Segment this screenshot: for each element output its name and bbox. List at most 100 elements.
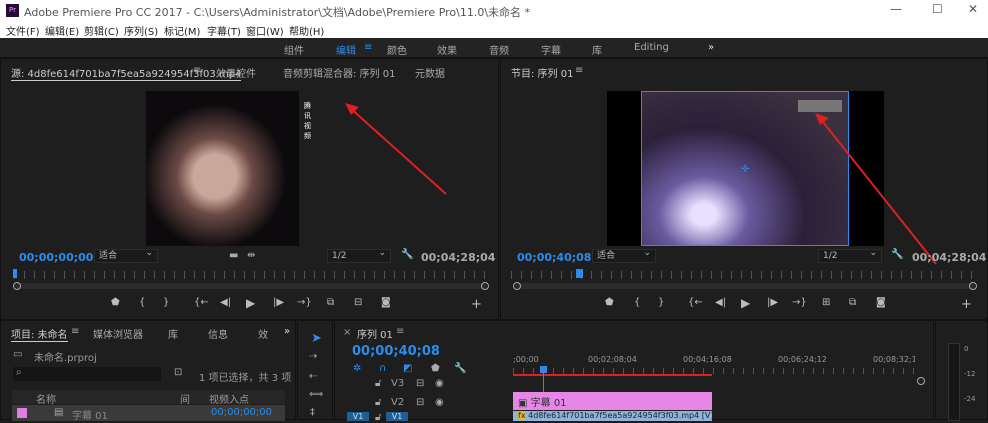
project-row[interactable]: ▤ 字幕 01 00;00;00;00 — [12, 405, 285, 422]
workspace-titles[interactable]: 字幕 — [541, 42, 561, 57]
add-marker-icon[interactable]: ⬟ — [431, 363, 440, 374]
lock-icon[interactable]: 🔓︎ — [375, 397, 381, 408]
clip-title[interactable]: ▣ 字幕 01 — [513, 392, 712, 410]
step-back-icon[interactable]: ◀| — [220, 297, 231, 308]
program-resolution-dropdown[interactable]: 1/2 — [818, 247, 882, 263]
column-video-in[interactable]: 视频入点 — [209, 391, 249, 406]
tab-program[interactable]: 节目: 序列 01 — [511, 65, 573, 80]
menu-file[interactable]: 文件(F) — [6, 23, 40, 38]
selection-tool-icon[interactable]: ➤ — [311, 331, 322, 346]
wrench-icon[interactable]: 🔧 — [401, 249, 413, 260]
extract-icon[interactable]: ⧉ — [849, 297, 856, 308]
tab-effect-controls[interactable]: 效果控件 — [216, 65, 256, 80]
workspace-more-button[interactable]: » — [708, 42, 714, 53]
mark-out-icon[interactable]: } — [163, 297, 169, 308]
program-playhead[interactable] — [576, 269, 583, 278]
menu-title[interactable]: 字幕(T) — [207, 23, 241, 38]
workspace-menu-icon[interactable]: ≡ — [364, 42, 372, 53]
export-frame-icon[interactable]: ◙ — [876, 297, 886, 308]
tab-project[interactable]: 项目: 未命名 — [11, 326, 68, 342]
tab-metadata[interactable]: 元数据 — [415, 65, 445, 80]
wrench-icon[interactable]: 🔧 — [891, 249, 903, 260]
tab-libraries[interactable]: 库 — [168, 326, 178, 341]
add-button-icon[interactable]: + — [961, 297, 972, 312]
sync-lock-icon[interactable]: ⊟ — [416, 378, 424, 389]
ripple-edit-tool-icon[interactable]: ⇠ — [309, 371, 317, 382]
go-to-in-icon[interactable]: {← — [688, 297, 703, 308]
close-tab-icon[interactable]: × — [343, 327, 351, 338]
workspace-editing-en[interactable]: Editing — [634, 42, 669, 53]
drag-audio-icon[interactable]: ⇹ — [247, 250, 255, 261]
source-timecode[interactable]: 00;00;00;00 — [19, 251, 93, 264]
export-frame-icon[interactable]: ◙ — [381, 297, 391, 308]
minimize-button[interactable]: — — [890, 2, 902, 16]
tab-audio-clip-mixer[interactable]: 音频剪辑混合器: 序列 01 — [283, 65, 395, 80]
source-menu-icon[interactable]: ≡ — [193, 65, 201, 76]
project-menu-icon[interactable]: ≡ — [71, 326, 79, 337]
source-time-ruler[interactable] — [14, 271, 488, 279]
menu-sequence[interactable]: 序列(S) — [124, 23, 158, 38]
source-zoom-scrollbar[interactable] — [13, 282, 489, 290]
anchor-point-icon[interactable]: ✛ — [741, 164, 749, 175]
tab-info[interactable]: 信息 — [208, 326, 228, 341]
nest-icon[interactable]: ✲ — [353, 363, 361, 374]
program-menu-icon[interactable]: ≡ — [575, 65, 583, 76]
workspace-color[interactable]: 颜色 — [387, 42, 407, 57]
new-bin-icon[interactable]: ⊡ — [174, 367, 182, 378]
drag-video-icon[interactable]: ▬ — [229, 250, 238, 261]
tab-effects[interactable]: 效 — [258, 326, 268, 341]
add-marker-icon[interactable]: ⬟ — [605, 297, 614, 308]
mark-out-icon[interactable]: } — [658, 297, 664, 308]
step-forward-icon[interactable]: |▶ — [273, 297, 284, 308]
step-back-icon[interactable]: ◀| — [715, 297, 726, 308]
timeline-menu-icon[interactable]: ≡ — [396, 326, 404, 337]
lock-icon[interactable]: 🔓︎ — [375, 378, 381, 389]
snap-icon[interactable]: ∩ — [379, 363, 386, 374]
workspace-audio[interactable]: 音频 — [489, 42, 509, 57]
add-marker-icon[interactable]: ⬟ — [111, 297, 120, 308]
workspace-assembly[interactable]: 组件 — [284, 42, 304, 57]
project-search-input[interactable]: ⌕ — [13, 367, 161, 381]
source-zoom-dropdown[interactable]: 适合 — [94, 247, 158, 263]
maximize-button[interactable]: ☐ — [932, 2, 943, 16]
rolling-edit-tool-icon[interactable]: ⟺ — [309, 389, 323, 400]
go-to-in-icon[interactable]: {← — [194, 297, 209, 308]
program-zoom-scrollbar[interactable] — [513, 282, 977, 290]
program-zoom-dropdown[interactable]: 适合 — [592, 247, 656, 263]
go-to-out-icon[interactable]: →} — [297, 297, 312, 308]
timeline-scrollbar[interactable] — [917, 377, 925, 385]
overwrite-icon[interactable]: ⊟ — [354, 297, 362, 308]
menu-marker[interactable]: 标记(M) — [164, 23, 200, 38]
sync-lock-icon[interactable]: ⊟ — [416, 397, 424, 408]
play-icon[interactable]: ▶ — [741, 296, 750, 310]
tab-sequence[interactable]: 序列 01 — [357, 326, 393, 341]
source-playhead[interactable] — [13, 269, 17, 278]
mark-in-icon[interactable]: { — [139, 297, 145, 308]
menu-window[interactable]: 窗口(W) — [246, 23, 284, 38]
program-timecode[interactable]: 00;00;40;08 — [517, 251, 591, 264]
eye-icon[interactable]: ◉ — [435, 378, 444, 389]
tab-source[interactable]: 源: 4d8fe614f701ba7f5ea5a924954f3f03.mp4 — [11, 65, 242, 81]
lift-icon[interactable]: ⊞ — [822, 297, 830, 308]
timeline-timecode[interactable]: 00;00;40;08 — [352, 344, 440, 359]
insert-icon[interactable]: ⧉ — [327, 297, 334, 308]
column-name[interactable]: 名称 — [36, 391, 56, 406]
tab-media-browser[interactable]: 媒体浏览器 — [93, 326, 143, 341]
more-panels-button[interactable]: » — [284, 326, 290, 337]
menu-clip[interactable]: 剪辑(C) — [84, 23, 119, 38]
workspace-libraries[interactable]: 库 — [592, 42, 602, 57]
track-select-tool-icon[interactable]: ⇢ — [309, 351, 317, 362]
linked-selection-icon[interactable]: ◩ — [403, 363, 412, 374]
timeline-settings-icon[interactable]: 🔧 — [454, 363, 466, 374]
play-icon[interactable]: ▶ — [246, 296, 255, 310]
step-forward-icon[interactable]: |▶ — [767, 297, 778, 308]
menu-help[interactable]: 帮助(H) — [289, 23, 324, 38]
eye-icon[interactable]: ◉ — [435, 397, 444, 408]
add-button-icon[interactable]: + — [471, 297, 482, 312]
label-color-swatch[interactable] — [17, 408, 27, 418]
workspace-effects[interactable]: 效果 — [437, 42, 457, 57]
close-button[interactable]: ✕ — [968, 2, 978, 16]
mark-in-icon[interactable]: { — [634, 297, 640, 308]
column-rate[interactable]: 间 — [180, 391, 190, 406]
go-to-out-icon[interactable]: →} — [792, 297, 807, 308]
